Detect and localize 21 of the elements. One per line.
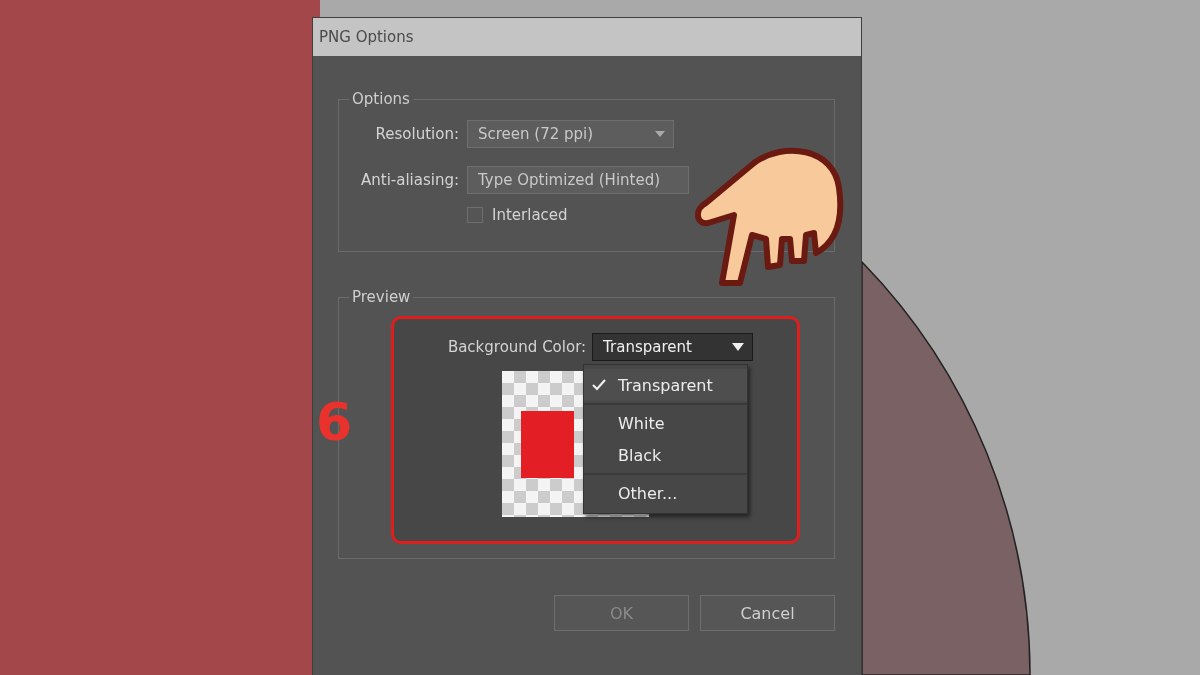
group-title: Preview (351, 288, 412, 306)
cancel-button[interactable]: Cancel (700, 595, 835, 631)
menu-item[interactable]: Black (584, 439, 747, 471)
caret-icon (655, 131, 665, 137)
anti-aliasing-dropdown[interactable]: Type Optimized (Hinted) (467, 166, 689, 194)
menu-item[interactable]: White (584, 407, 747, 439)
resolution-dropdown[interactable]: Screen (72 ppi) (467, 120, 674, 148)
checkbox[interactable] (467, 207, 483, 223)
background-color-dropdown[interactable]: Transparent (592, 333, 754, 361)
window-title: PNG Options (319, 28, 414, 46)
artwork-square (521, 410, 574, 478)
menu-item[interactable]: Transparent (584, 369, 747, 401)
check-icon (592, 378, 606, 392)
group-title: Options (351, 90, 411, 108)
menu-item[interactable]: Other... (584, 477, 747, 509)
field-label: Resolution: (374, 125, 459, 143)
step-number: 6 (316, 392, 353, 452)
field-label: Anti-aliasing: (360, 171, 459, 189)
checkbox-label: Interlaced (492, 206, 568, 224)
caret-icon (732, 343, 745, 351)
field-label: Background Color: (447, 338, 587, 356)
